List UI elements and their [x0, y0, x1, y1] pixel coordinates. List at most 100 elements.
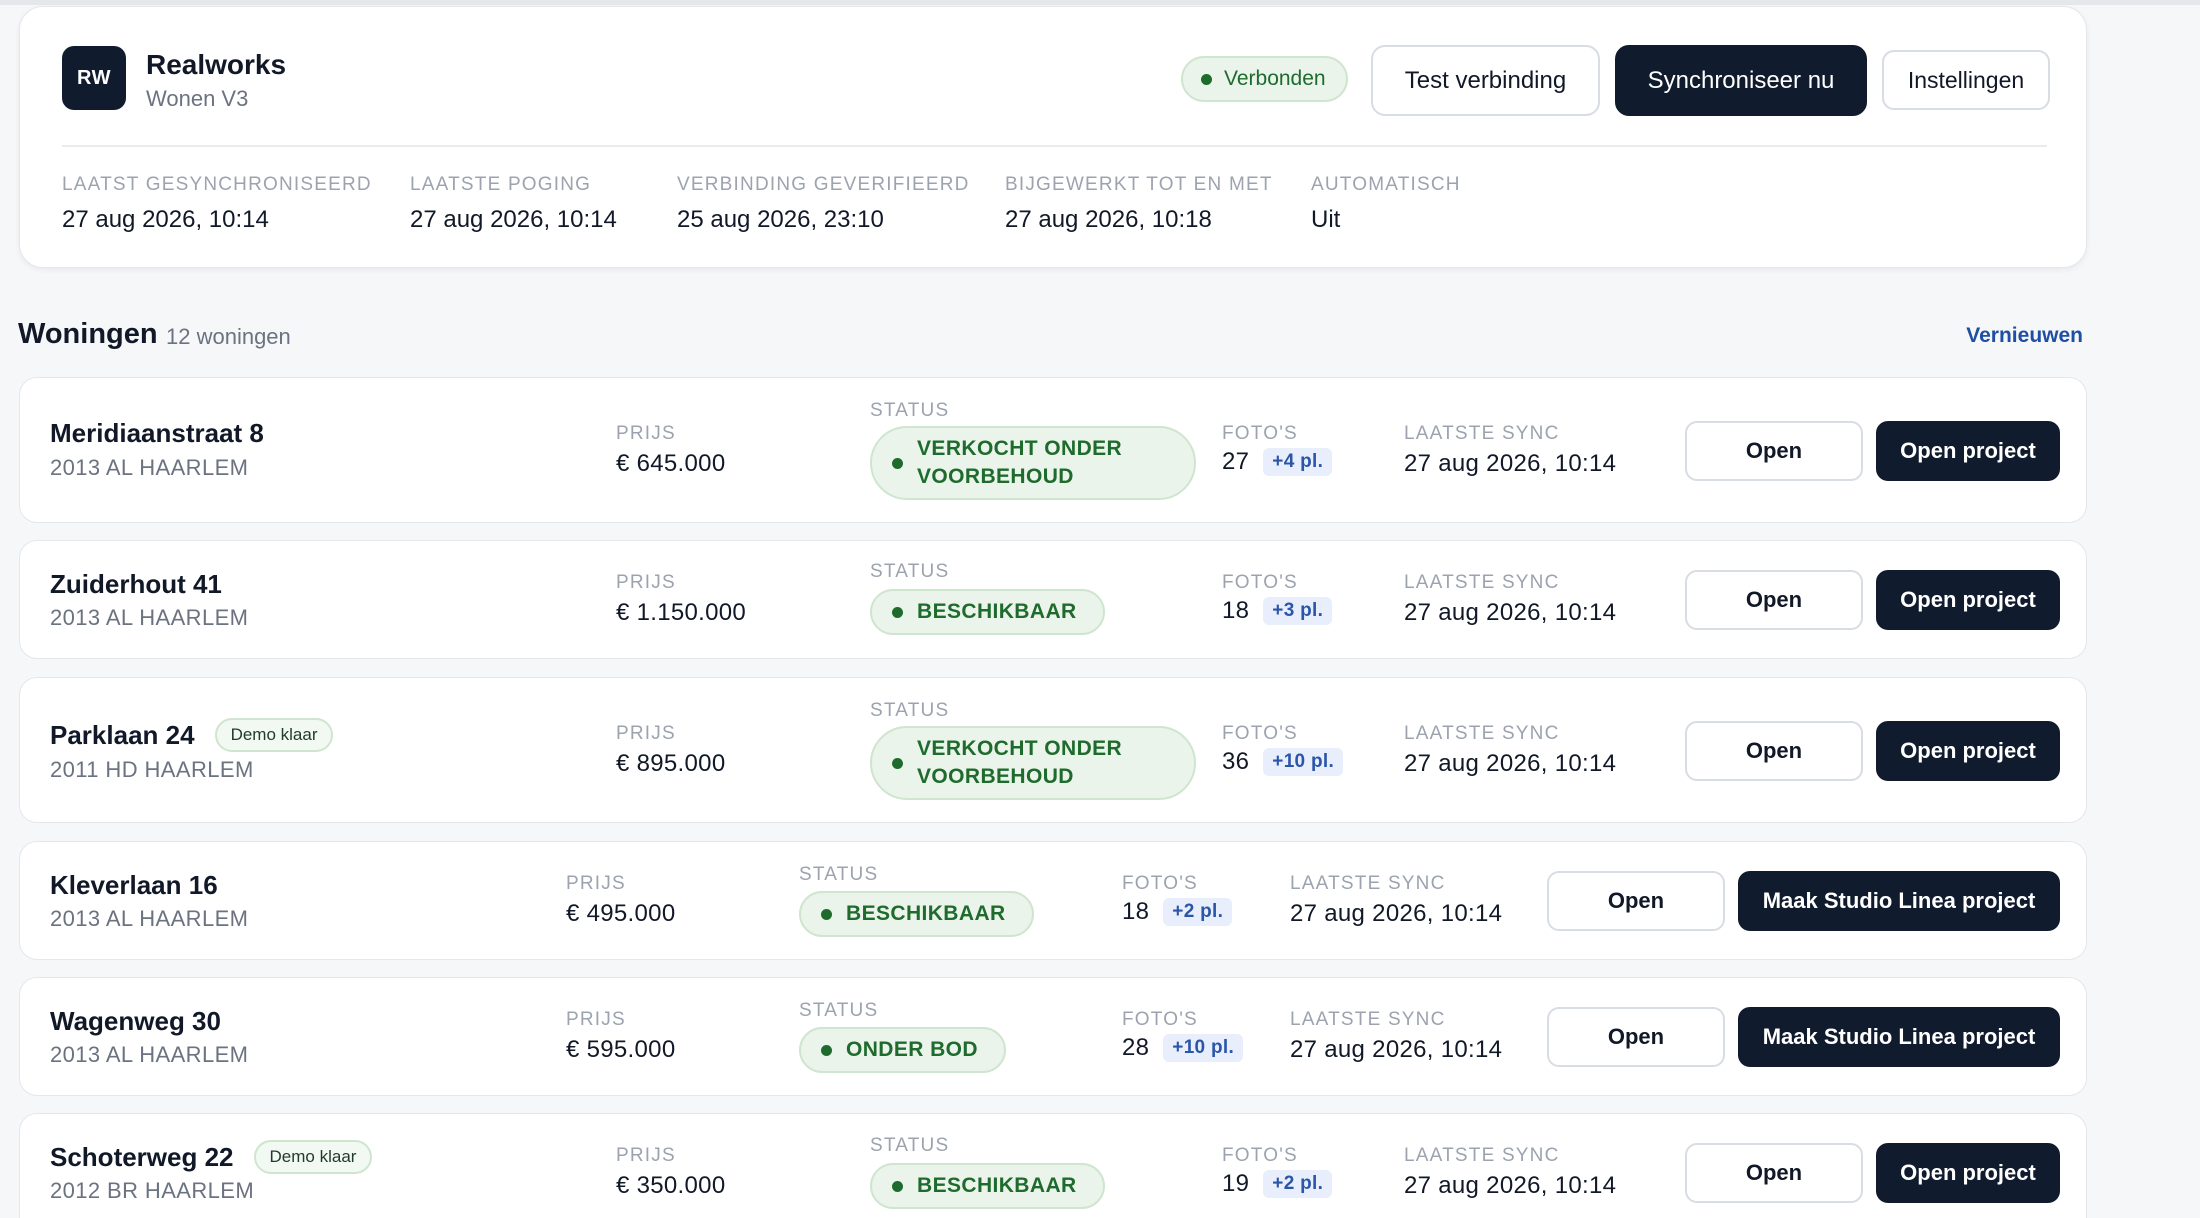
price-label: Prijs: [566, 873, 626, 894]
listings-count: 12 woningen: [166, 324, 291, 349]
connection-status-badge: Verbonden: [1181, 56, 1348, 102]
status-label: Status: [870, 400, 950, 421]
status-dot-icon: [821, 1044, 832, 1056]
property-name: Zuiderhout 41: [50, 569, 222, 600]
stat-connection-verified: Verbinding geverifieerd 25 aug 2026, 23:…: [677, 174, 970, 234]
settings-button[interactable]: Instellingen: [1882, 50, 2050, 110]
status-dot-icon: [892, 757, 903, 769]
stat-updated-until: Bijgewerkt tot en met 27 aug 2026, 10:18: [1005, 174, 1273, 234]
sync-now-button[interactable]: Synchroniseer nu: [1615, 45, 1867, 116]
price-value: € 495.000: [566, 900, 676, 927]
stat-label: Bijgewerkt tot en met: [1005, 174, 1273, 195]
property-address: 2013 AL HAARLEM: [50, 906, 249, 931]
stat-label: Verbinding geverifieerd: [677, 174, 970, 195]
stat-label: Automatisch: [1311, 174, 1461, 195]
last-sync-label: Laatste sync: [1290, 1009, 1446, 1030]
photos-label: Foto's: [1122, 1009, 1198, 1030]
status-label: Status: [870, 561, 950, 582]
photos-value: 18 +2 pl.: [1122, 898, 1233, 926]
property-address: 2013 AL HAARLEM: [50, 455, 249, 480]
open-project-button[interactable]: Open project: [1876, 421, 2060, 481]
stat-label: Laatst gesynchroniseerd: [62, 174, 372, 195]
status-dot-icon: [892, 606, 903, 618]
photos-count: 18: [1222, 597, 1250, 624]
property-name: Parklaan 24 Demo klaar: [50, 718, 334, 752]
status-text: VERKOCHT ONDER VOORBEHOUD: [917, 735, 1122, 791]
price-label: Prijs: [616, 423, 676, 444]
open-button[interactable]: Open: [1685, 570, 1863, 630]
last-sync-label: Laatste sync: [1404, 572, 1560, 593]
property-row: Meridiaanstraat 8 2013 AL HAARLEM Prijs …: [19, 377, 2087, 523]
open-button[interactable]: Open: [1547, 871, 1725, 931]
open-button[interactable]: Open: [1685, 1143, 1863, 1203]
last-sync-value: 27 aug 2026, 10:14: [1404, 450, 1617, 477]
open-project-button[interactable]: Open project: [1876, 570, 2060, 630]
status-badge: VERKOCHT ONDER VOORBEHOUD: [870, 726, 1196, 800]
integration-name: Realworks: [146, 49, 287, 80]
create-studio-linea-project-button[interactable]: Maak Studio Linea project: [1738, 871, 2060, 931]
photos-extra-tag: +4 pl.: [1263, 448, 1333, 476]
status-dot-icon: [1201, 73, 1212, 85]
photos-value: 18 +3 pl.: [1222, 597, 1333, 625]
photos-label: Foto's: [1222, 723, 1298, 744]
open-button[interactable]: Open: [1685, 721, 1863, 781]
price-label: Prijs: [566, 1009, 626, 1030]
price-value: € 350.000: [616, 1172, 726, 1199]
stat-last-attempt: Laatste poging 27 aug 2026, 10:14: [410, 174, 617, 234]
status-text: BESCHIKBAAR: [917, 1174, 1077, 1197]
status-dot-icon: [892, 457, 903, 469]
photos-label: Foto's: [1222, 572, 1298, 593]
photos-value: 28 +10 pl.: [1122, 1034, 1244, 1062]
integration-card: RW Realworks Wonen V3 Verbonden Test ver…: [19, 6, 2087, 268]
status-line: VERKOCHT ONDER: [917, 437, 1123, 460]
demo-ready-badge: Demo klaar: [214, 718, 334, 752]
status-text: ONDER BOD: [846, 1038, 978, 1061]
price-label: Prijs: [616, 572, 676, 593]
open-button[interactable]: Open: [1547, 1007, 1725, 1067]
status-badge: ONDER BOD: [799, 1027, 1006, 1073]
open-button[interactable]: Open: [1685, 421, 1863, 481]
status-badge: VERKOCHT ONDER VOORBEHOUD: [870, 426, 1196, 500]
open-project-button[interactable]: Open project: [1876, 1143, 2060, 1203]
last-sync-label: Laatste sync: [1404, 723, 1560, 744]
last-sync-value: 27 aug 2026, 10:14: [1404, 750, 1617, 777]
status-line: VOORBEHOUD: [917, 765, 1074, 788]
photos-count: 36: [1222, 748, 1250, 775]
status-dot-icon: [821, 908, 832, 920]
last-sync-label: Laatste sync: [1290, 873, 1446, 894]
property-row: Zuiderhout 41 2013 AL HAARLEM Prijs € 1.…: [19, 540, 2087, 659]
status-badge: BESCHIKBAAR: [870, 589, 1105, 635]
property-name-text: Wagenweg 30: [50, 1006, 221, 1036]
photos-count: 19: [1222, 1170, 1250, 1197]
stat-last-synced: Laatst gesynchroniseerd 27 aug 2026, 10:…: [62, 174, 372, 234]
last-sync-label: Laatste sync: [1404, 1145, 1560, 1166]
price-label: Prijs: [616, 723, 676, 744]
status-label: Status: [870, 700, 950, 721]
photos-extra-tag: +2 pl.: [1263, 1170, 1333, 1198]
status-label: Status: [799, 864, 879, 885]
photos-count: 28: [1122, 1034, 1150, 1061]
status-line: VOORBEHOUD: [917, 465, 1074, 488]
last-sync-value: 27 aug 2026, 10:14: [1290, 1036, 1503, 1063]
status-label: Status: [870, 1135, 950, 1156]
stat-value: 27 aug 2026, 10:18: [1005, 206, 1212, 233]
price-value: € 895.000: [616, 750, 726, 777]
price-value: € 1.150.000: [616, 599, 747, 626]
refresh-link[interactable]: Vernieuwen: [1966, 324, 2083, 348]
property-row: Schoterweg 22 Demo klaar 2012 BR HAARLEM …: [19, 1113, 2087, 1218]
last-sync-value: 27 aug 2026, 10:14: [1290, 900, 1503, 927]
stat-value: Uit: [1311, 206, 1341, 233]
property-name: Schoterweg 22 Demo klaar: [50, 1140, 373, 1174]
property-name-text: Zuiderhout 41: [50, 569, 222, 599]
connection-status-label: Verbonden: [1224, 67, 1326, 90]
status-badge: BESCHIKBAAR: [799, 891, 1034, 937]
test-connection-button[interactable]: Test verbinding: [1371, 45, 1600, 116]
last-sync-label: Laatste sync: [1404, 423, 1560, 444]
property-name: Meridiaanstraat 8: [50, 418, 264, 449]
open-project-button[interactable]: Open project: [1876, 721, 2060, 781]
create-studio-linea-project-button[interactable]: Maak Studio Linea project: [1738, 1007, 2060, 1067]
property-name: Kleverlaan 16: [50, 870, 218, 901]
status-badge: BESCHIKBAAR: [870, 1163, 1105, 1209]
property-name: Wagenweg 30: [50, 1006, 221, 1037]
realworks-logo: RW: [62, 46, 126, 110]
